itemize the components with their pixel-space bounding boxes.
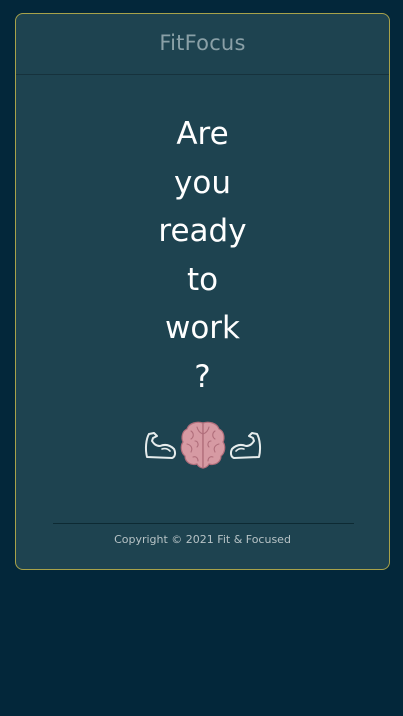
copyright-text: Copyright © 2021 Fit & Focused [114, 533, 291, 546]
hero-word: work [164, 310, 241, 346]
app-header: FitFocus [16, 14, 389, 75]
footer-divider [53, 523, 354, 524]
hero-word: Are [176, 116, 229, 152]
hero-question: Are you ready to work ? [16, 110, 389, 401]
flexed-arm-left-icon [144, 432, 176, 459]
app-title: FitFocus [159, 31, 246, 55]
hero-word: to [186, 261, 219, 298]
hero-word: ready [158, 213, 247, 249]
motivation-icons [16, 417, 389, 473]
main-card: FitFocus Are you ready to work ? Copyrig… [15, 13, 390, 570]
brain-icon [180, 421, 225, 469]
hero-word: you [174, 164, 231, 201]
hero-word: ? [194, 358, 211, 395]
flexed-arm-right-icon [229, 432, 261, 459]
